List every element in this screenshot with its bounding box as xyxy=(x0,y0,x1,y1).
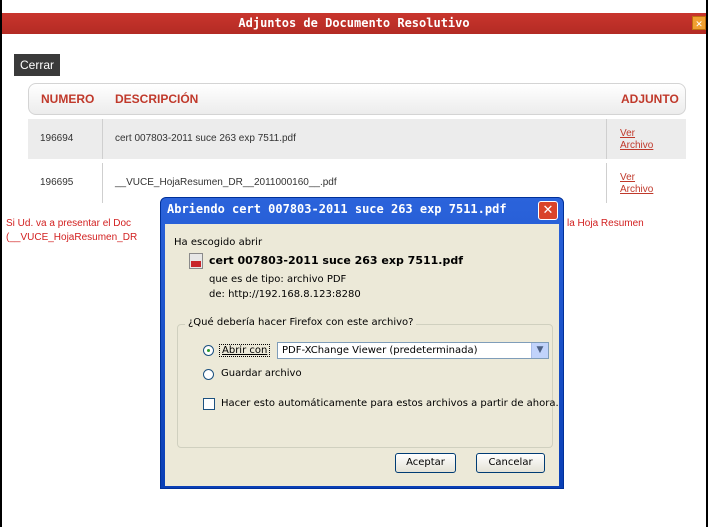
pdf-file-icon xyxy=(189,253,203,269)
table-header: NUMERO DESCRIPCIÓN ADJUNTO xyxy=(28,83,686,115)
auto-action-checkbox[interactable] xyxy=(203,398,215,410)
open-with-label[interactable]: Abrir con xyxy=(219,344,271,357)
page-title-bar: Adjuntos de Documento Resolutivo ✕ xyxy=(2,13,706,34)
file-type-label: que es de tipo: xyxy=(209,274,284,285)
close-button[interactable]: Cerrar xyxy=(14,54,60,76)
file-source-value: http://192.168.8.123:8280 xyxy=(228,289,361,300)
open-with-radio[interactable] xyxy=(203,345,214,356)
dialog-close-icon[interactable]: ✕ xyxy=(538,201,558,220)
link-line: Ver xyxy=(620,172,636,183)
column-header-descripcion: DESCRIPCIÓN xyxy=(115,92,199,106)
page-title: Adjuntos de Documento Resolutivo xyxy=(238,16,470,30)
view-file-link[interactable]: Ver Archivo xyxy=(620,128,680,152)
dialog-body: Ha escogido abrir cert 007803-2011 suce … xyxy=(165,224,559,486)
row-numero: 196694 xyxy=(40,133,74,144)
dialog-intro: Ha escogido abrir xyxy=(174,237,263,248)
application-select-value: PDF-XChange Viewer (predeterminada) xyxy=(282,345,478,356)
warning-text-start: Si Ud. va a presentar el Doc xyxy=(6,218,132,229)
link-line: Archivo xyxy=(620,140,654,151)
dialog-title: Abriendo cert 007803-2011 suce 263 exp 7… xyxy=(167,202,507,216)
view-file-link[interactable]: Ver Archivo xyxy=(620,172,680,196)
link-line: Ver xyxy=(620,128,636,139)
warning-text-end: la Hoja Resumen xyxy=(567,218,644,229)
link-line: Archivo xyxy=(620,184,654,195)
window-left-border xyxy=(0,0,2,527)
column-header-numero: NUMERO xyxy=(41,92,95,106)
warning-text-line2: (__VUCE_HojaResumen_DR xyxy=(6,232,138,243)
table-row: 196694 cert 007803-2011 suce 263 exp 751… xyxy=(28,119,686,159)
cancel-button[interactable]: Cancelar xyxy=(476,453,545,473)
file-type-value: archivo PDF xyxy=(286,274,347,285)
chevron-down-icon[interactable]: ▼ xyxy=(531,343,548,358)
application-select[interactable]: PDF-XChange Viewer (predeterminada) ▼ xyxy=(277,342,549,359)
save-file-radio[interactable] xyxy=(203,369,214,380)
close-icon[interactable]: ✕ xyxy=(692,16,706,30)
file-source-label: de: xyxy=(209,289,225,300)
column-header-adjunto: ADJUNTO xyxy=(621,92,679,106)
row-descripcion: cert 007803-2011 suce 263 exp 7511.pdf xyxy=(102,119,607,159)
save-file-label[interactable]: Guardar archivo xyxy=(221,368,302,379)
file-name: cert 007803-2011 suce 263 exp 7511.pdf xyxy=(209,254,463,267)
row-numero: 196695 xyxy=(40,177,74,188)
accept-button[interactable]: Aceptar xyxy=(395,453,456,473)
open-file-dialog: Abriendo cert 007803-2011 suce 263 exp 7… xyxy=(160,197,564,489)
action-question: ¿Qué debería hacer Firefox con este arch… xyxy=(185,317,417,328)
auto-action-label[interactable]: Hacer esto automáticamente para estos ar… xyxy=(221,398,559,409)
